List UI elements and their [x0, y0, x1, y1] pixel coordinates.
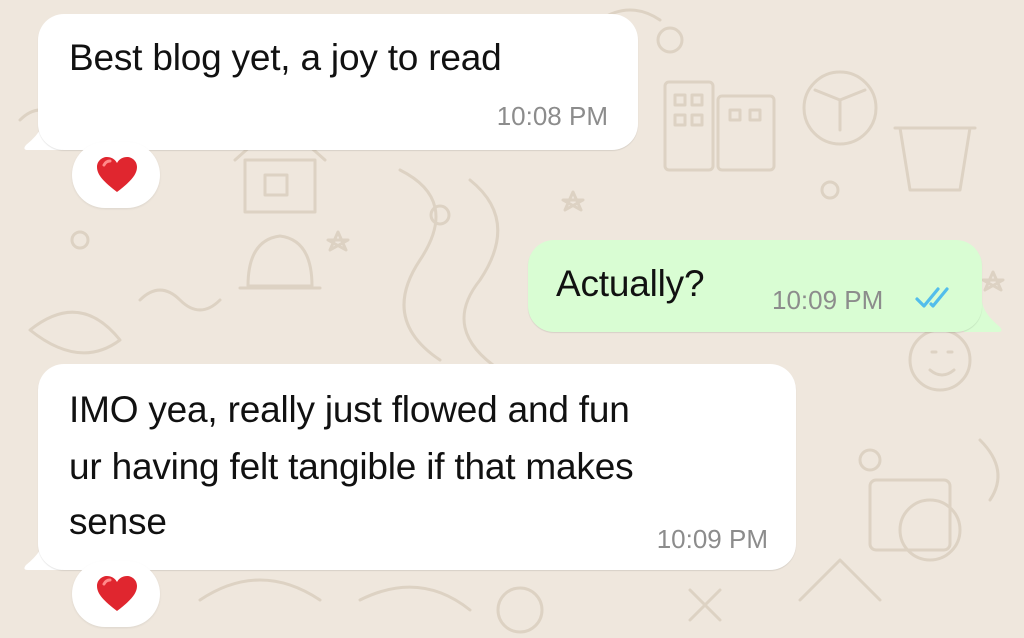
message-text: Best blog yet, a joy to read: [69, 37, 502, 78]
message-text-line: ur having felt tangible if that makes: [69, 446, 634, 487]
message-bubble-incoming[interactable]: IMO yea, really just flowed and fun ur h…: [38, 364, 796, 570]
message-reaction[interactable]: [72, 142, 160, 208]
message-timestamp: 10:08 PM: [496, 101, 608, 131]
message-timestamp: 10:09 PM: [772, 285, 884, 315]
message-reaction[interactable]: [72, 561, 160, 627]
message-bubble-incoming[interactable]: Best blog yet, a joy to read 10:08 PM: [38, 14, 638, 150]
double-check-icon: [915, 287, 949, 308]
message-text-line: sense: [69, 501, 167, 542]
message-text: Actually?: [556, 263, 705, 304]
message-text-line: IMO yea, really just flowed and fun: [69, 389, 630, 430]
message-timestamp: 10:09 PM: [656, 524, 768, 554]
heart-emoji-icon: [97, 157, 137, 192]
message-bubble-outgoing[interactable]: Actually? 10:09 PM: [528, 240, 982, 332]
heart-emoji-icon: [97, 576, 137, 611]
